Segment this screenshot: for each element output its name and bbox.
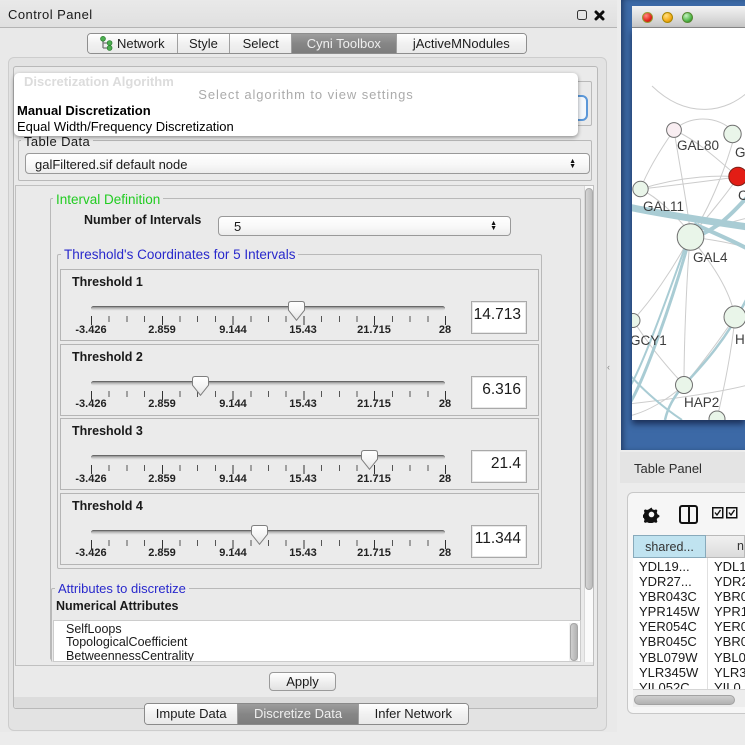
svg-text:HAP2: HAP2	[684, 395, 719, 410]
svg-text:GAL4: GAL4	[693, 250, 728, 265]
svg-text:G.: G.	[735, 145, 745, 160]
svg-text:GAL11: GAL11	[643, 199, 684, 214]
svg-text:GCY1: GCY1	[632, 333, 667, 348]
svg-text:GAL80: GAL80	[677, 138, 719, 153]
svg-text:C: C	[738, 188, 745, 203]
svg-text:H: H	[735, 332, 745, 347]
